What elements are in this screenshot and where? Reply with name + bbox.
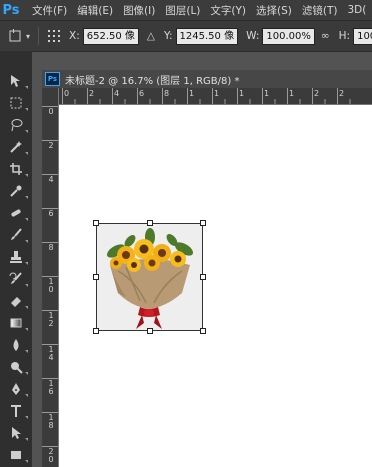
document-window: Ps 未标题-2 @ 16.7% (图层 1, RGB/8) * 0 2 4 6… — [42, 70, 372, 467]
path-selection-tool-icon[interactable] — [3, 423, 29, 443]
x-position-field[interactable]: 652.50 像 — [82, 27, 139, 45]
transform-handle-bottom-right[interactable] — [200, 328, 206, 334]
ruler-label: 1 6 — [48, 379, 54, 396]
menu-image[interactable]: 图像(I) — [123, 3, 155, 18]
ruler-label: 2 — [48, 141, 54, 150]
ruler-label: 6 — [48, 209, 54, 218]
transform-handle-right[interactable] — [200, 274, 206, 280]
ruler-label: 4 — [114, 89, 120, 98]
ruler-label: 0 — [48, 107, 54, 116]
menu-filter[interactable]: 滤镜(T) — [302, 3, 338, 18]
ruler-label: 4 — [48, 175, 54, 184]
ruler-label: 0 — [64, 89, 70, 98]
menu-type[interactable]: 文字(Y) — [210, 3, 246, 18]
magic-wand-tool-icon[interactable] — [3, 137, 29, 157]
ruler-label: 1 0 — [48, 277, 54, 294]
document-title: 未标题-2 @ 16.7% (图层 1, RGB/8) * — [65, 75, 240, 87]
menu-file[interactable]: 文件(F) — [32, 3, 67, 18]
type-tool-icon[interactable] — [3, 401, 29, 421]
y-position-field[interactable]: 1245.50 像 — [175, 27, 239, 45]
ruler-label: 1 — [264, 89, 270, 98]
link-icon[interactable]: ∞ — [321, 30, 330, 42]
ruler-label: 1 — [189, 89, 195, 98]
ps-document-icon: Ps — [45, 72, 60, 86]
x-label: X: — [69, 30, 80, 42]
menu-edit[interactable]: 编辑(E) — [77, 3, 113, 18]
ruler-label: 1 — [289, 89, 295, 98]
pen-tool-icon[interactable] — [3, 379, 29, 399]
options-bar: ▾ X: 652.50 像 △ Y: 1245.50 像 W: 100.00% … — [0, 20, 372, 52]
ruler-label: 1 8 — [48, 413, 54, 430]
eyedropper-tool-icon[interactable] — [3, 181, 29, 201]
height-field[interactable]: 100.00 — [353, 27, 372, 45]
tools-panel — [0, 51, 32, 467]
menu-select[interactable]: 选择(S) — [256, 3, 292, 18]
transform-handle-top-right[interactable] — [200, 220, 206, 226]
rectangle-tool-icon[interactable] — [3, 445, 29, 465]
width-field[interactable]: 100.00% — [262, 27, 315, 45]
transform-handle-bottom[interactable] — [147, 328, 153, 334]
transform-bounding-box[interactable] — [93, 220, 206, 334]
y-label: Y: — [163, 30, 173, 42]
history-brush-tool-icon[interactable] — [3, 269, 29, 289]
healing-brush-tool-icon[interactable] — [3, 203, 29, 223]
transform-preset-icon[interactable] — [6, 27, 24, 45]
vertical-ruler[interactable]: 0 2 4 6 8 1 0 1 2 1 4 1 6 1 8 2 0 — [42, 88, 59, 467]
menu-bar: Ps 文件(F) 编辑(E) 图像(I) 图层(L) 文字(Y) 选择(S) 滤… — [0, 0, 372, 20]
divider — [38, 27, 39, 45]
ruler-label: 1 2 — [48, 311, 54, 328]
ruler-label: 2 — [89, 89, 95, 98]
lasso-tool-icon[interactable] — [3, 115, 29, 135]
photoshop-logo: Ps — [2, 2, 20, 18]
ruler-label: 1 4 — [48, 345, 54, 362]
reference-point-icon[interactable] — [45, 27, 63, 45]
marquee-tool-icon[interactable] — [3, 93, 29, 113]
h-label: H: — [338, 30, 351, 42]
transform-handle-left[interactable] — [93, 274, 99, 280]
transform-handle-top-left[interactable] — [93, 220, 99, 226]
ruler-label: 6 — [139, 89, 145, 98]
move-tool-icon[interactable] — [3, 71, 29, 91]
blur-tool-icon[interactable] — [3, 335, 29, 355]
gradient-tool-icon[interactable] — [3, 313, 29, 333]
eraser-tool-icon[interactable] — [3, 291, 29, 311]
brush-tool-icon[interactable] — [3, 225, 29, 245]
clone-stamp-tool-icon[interactable] — [3, 247, 29, 267]
crop-tool-icon[interactable] — [3, 159, 29, 179]
ruler-label: 8 — [48, 243, 54, 252]
canvas[interactable] — [59, 105, 372, 467]
ruler-label: 1 — [214, 89, 220, 98]
transform-handle-top[interactable] — [147, 220, 153, 226]
menu-layer[interactable]: 图层(L) — [165, 3, 200, 18]
ruler-label: 8 — [164, 89, 170, 98]
document-tab[interactable]: Ps 未标题-2 @ 16.7% (图层 1, RGB/8) * — [42, 70, 372, 88]
relative-position-icon[interactable]: △ — [147, 30, 155, 42]
dodge-tool-icon[interactable] — [3, 357, 29, 377]
ruler-label: 2 0 — [48, 447, 54, 464]
chevron-down-icon[interactable]: ▾ — [24, 27, 32, 45]
ruler-label: 2 — [339, 89, 345, 98]
transform-handle-bottom-left[interactable] — [93, 328, 99, 334]
menu-3d[interactable]: 3D( — [347, 4, 366, 16]
horizontal-ruler[interactable]: 0 2 4 6 8 1 1 1 1 1 2 2 — [58, 88, 372, 105]
w-label: W: — [246, 30, 260, 42]
ruler-label: 2 — [314, 89, 320, 98]
ruler-label: 1 — [239, 89, 245, 98]
